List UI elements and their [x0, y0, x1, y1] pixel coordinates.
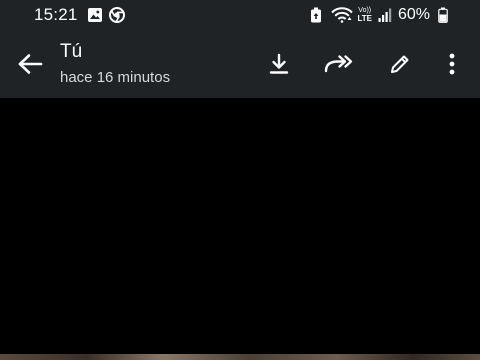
status-left: 15:21 — [34, 5, 125, 25]
download-icon — [269, 53, 289, 74]
volte-lte-icon: Vo)) LTE — [357, 7, 372, 23]
status-bar: 15:21 Vo)) LTE 60% — [0, 0, 480, 30]
battery-percent: 60% — [397, 6, 430, 23]
lte-label: LTE — [357, 14, 372, 23]
edit-button[interactable] — [385, 49, 415, 79]
forward-icon — [324, 55, 353, 73]
contact-name: Tú — [60, 41, 83, 62]
media-content[interactable] — [0, 98, 480, 360]
battery-icon — [438, 7, 448, 23]
message-timestamp: hace 16 minutos — [60, 69, 171, 86]
more-vert-icon — [449, 53, 455, 75]
media-header: Tú hace 16 minutos — [0, 30, 480, 98]
chrome-icon — [108, 7, 125, 23]
back-arrow-icon — [18, 54, 43, 74]
forward-button[interactable] — [324, 49, 354, 79]
download-button[interactable] — [264, 49, 294, 79]
back-button[interactable] — [14, 50, 46, 78]
signal-icon — [378, 7, 392, 23]
media-viewer-screen: 15:21 Vo)) LTE 60% Tú hace 16 minutos — [0, 0, 480, 360]
photo-image — [0, 354, 480, 360]
gallery-icon — [87, 7, 103, 23]
title-block[interactable]: Tú hace 16 minutos — [60, 40, 170, 88]
status-time: 15:21 — [34, 5, 78, 24]
pencil-icon — [391, 55, 409, 73]
status-right: Vo)) LTE 60% — [305, 6, 448, 24]
wifi-icon — [331, 7, 354, 23]
battery-saver-icon — [310, 7, 322, 23]
more-options-button[interactable] — [437, 49, 467, 79]
